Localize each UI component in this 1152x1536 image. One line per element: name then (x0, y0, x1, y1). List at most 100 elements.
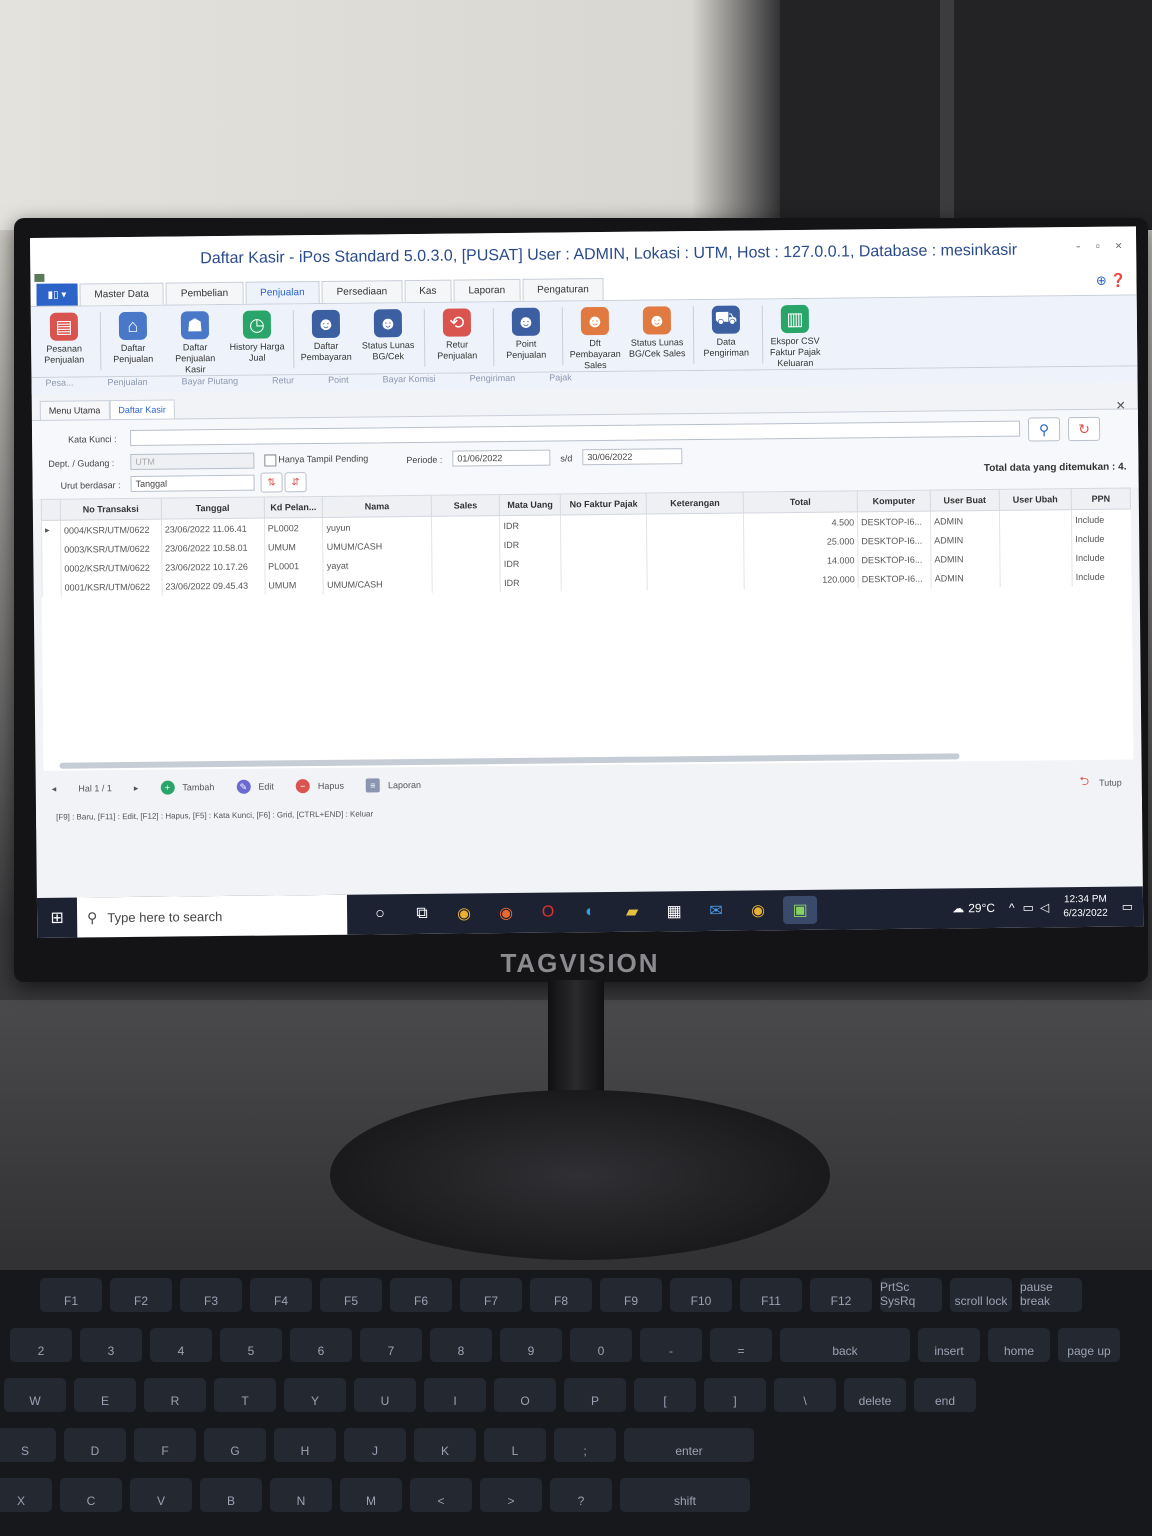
key[interactable]: R (144, 1378, 206, 1412)
key[interactable]: X (0, 1478, 52, 1512)
key[interactable]: F (134, 1428, 196, 1462)
ribbon-tab-5[interactable]: Kas (404, 279, 452, 303)
key[interactable]: ; (554, 1428, 616, 1462)
prev-page-button[interactable]: ◂ (52, 783, 57, 794)
opera-icon[interactable]: O (531, 898, 565, 926)
key[interactable]: 4 (150, 1328, 212, 1362)
ribbon-button-10[interactable]: ⛟ Data Pengiriman (697, 305, 756, 359)
key[interactable]: O (494, 1378, 556, 1412)
tutup-button[interactable]: ⮌ Tutup (1079, 772, 1122, 793)
key[interactable]: 0 (570, 1328, 632, 1362)
key[interactable]: enter (624, 1428, 754, 1462)
key[interactable]: H (274, 1428, 336, 1462)
column-header[interactable]: User Ubah (998, 488, 1072, 511)
column-header[interactable]: User Buat (930, 489, 1000, 512)
key[interactable]: F8 (530, 1278, 592, 1312)
ribbon-tab-7[interactable]: Pengaturan (522, 277, 604, 301)
key[interactable]: 9 (500, 1328, 562, 1362)
key[interactable]: home (988, 1328, 1050, 1362)
column-header[interactable]: Nama (322, 495, 432, 518)
key[interactable]: 6 (290, 1328, 352, 1362)
edge-icon[interactable]: ◐ (573, 898, 607, 926)
laporan-button[interactable]: ≡ Laporan (365, 778, 421, 793)
key[interactable]: = (710, 1328, 772, 1362)
taskbar-search[interactable]: ⚲ Type here to search (76, 894, 348, 938)
key[interactable]: I (424, 1378, 486, 1412)
pending-checkbox[interactable] (264, 454, 277, 467)
key[interactable]: scroll lock (950, 1278, 1012, 1312)
chrome-icon[interactable]: ◉ (741, 896, 775, 924)
column-header[interactable]: Kd Pelan... (263, 496, 323, 519)
key[interactable]: back (780, 1328, 910, 1362)
column-header[interactable]: No Transaksi (60, 498, 162, 521)
key[interactable]: 8 (430, 1328, 492, 1362)
key[interactable]: 7 (360, 1328, 422, 1362)
key[interactable]: insert (918, 1328, 980, 1362)
column-header[interactable]: No Faktur Pajak (560, 493, 647, 515)
key[interactable]: F11 (740, 1278, 802, 1312)
key[interactable]: C (60, 1478, 122, 1512)
ribbon-button-11[interactable]: ▥ Ekspor CSV Faktur Pajak Keluaran (766, 304, 825, 370)
key[interactable]: > (480, 1478, 542, 1512)
column-header[interactable] (41, 499, 61, 521)
ribbon-tab-6[interactable]: Laporan (453, 278, 521, 302)
key[interactable]: 2 (10, 1328, 72, 1362)
sort-asc-icon[interactable]: ⇅ (260, 472, 283, 493)
doc-tab-0[interactable]: Menu Utama (39, 400, 110, 420)
key[interactable]: end (914, 1378, 976, 1412)
key[interactable]: ] (704, 1378, 766, 1412)
ribbon-button-7[interactable]: ☻ Point Penjualan (497, 307, 556, 362)
periode-from-input[interactable]: 01/06/2022 (452, 449, 551, 467)
key[interactable]: B (200, 1478, 262, 1512)
key[interactable]: F1 (40, 1278, 102, 1312)
key[interactable]: F9 (600, 1278, 662, 1312)
task-view-icon[interactable]: ⧉ (405, 900, 439, 928)
ribbon-button-2[interactable]: ☗ Daftar Penjualan Kasir (166, 311, 225, 376)
ribbon-button-8[interactable]: ☻ Dft Pembayaran Sales (566, 306, 625, 372)
ribbon-button-3[interactable]: ◷ History Harga Jual (228, 310, 287, 364)
key[interactable]: W (4, 1378, 66, 1412)
key[interactable]: pause break (1020, 1278, 1082, 1312)
notification-icon[interactable]: ▭ (1122, 899, 1133, 913)
key[interactable]: L (484, 1428, 546, 1462)
kata-kunci-input[interactable] (130, 420, 1021, 446)
key[interactable]: F5 (320, 1278, 382, 1312)
ribbon-tab-1[interactable]: Master Data (79, 282, 164, 306)
urut-select[interactable]: Tanggal (130, 474, 255, 492)
chrome-icon[interactable]: ◉ (447, 899, 481, 927)
ipos-app-icon[interactable]: ▣ (782, 895, 818, 925)
key[interactable]: [ (634, 1378, 696, 1412)
taskbar-clock[interactable]: 12:34 PM 6/23/2022 (1063, 893, 1108, 921)
ribbon-button-5[interactable]: ☻ Status Lunas BG/Cek (359, 309, 418, 363)
tambah-button[interactable]: + Tambah (160, 780, 214, 795)
column-header[interactable]: Keterangan (646, 492, 744, 515)
next-page-button[interactable]: ▸ (134, 782, 139, 793)
key[interactable]: F6 (390, 1278, 452, 1312)
edit-button[interactable]: ✎ Edit (236, 779, 274, 794)
key[interactable]: K (414, 1428, 476, 1462)
key[interactable]: < (410, 1478, 472, 1512)
key[interactable]: D (64, 1428, 126, 1462)
key[interactable]: T (214, 1378, 276, 1412)
sort-desc-icon[interactable]: ⇵ (284, 472, 307, 493)
key[interactable]: E (74, 1378, 136, 1412)
ribbon-tab-2[interactable]: Pembelian (165, 281, 244, 305)
mail-icon[interactable]: ✉ (699, 897, 733, 925)
help-icon[interactable]: ⊕ ❓ (1096, 273, 1127, 289)
key[interactable]: F4 (250, 1278, 312, 1312)
refresh-icon[interactable]: ↻ (1067, 416, 1101, 442)
ribbon-button-0[interactable]: ▤ Pesanan Penjualan (35, 312, 94, 366)
key[interactable]: J (344, 1428, 406, 1462)
ribbon-tab-4[interactable]: Persediaan (321, 280, 403, 303)
periode-to-input[interactable]: 30/06/2022 (582, 448, 683, 466)
tray-chevron-icon[interactable]: ^ (1009, 901, 1015, 915)
key[interactable]: F2 (110, 1278, 172, 1312)
doc-tab-1[interactable]: Daftar Kasir (109, 399, 175, 420)
key[interactable]: PrtSc SysRq (880, 1278, 942, 1312)
key[interactable]: 5 (220, 1328, 282, 1362)
file-explorer-icon[interactable]: ▰ (615, 898, 649, 926)
key[interactable]: - (640, 1328, 702, 1362)
window-controls[interactable]: - ▫ × (1076, 239, 1128, 254)
ribbon-tab-0[interactable]: ▮▯ ▾ (36, 283, 78, 306)
key[interactable]: F7 (460, 1278, 522, 1312)
